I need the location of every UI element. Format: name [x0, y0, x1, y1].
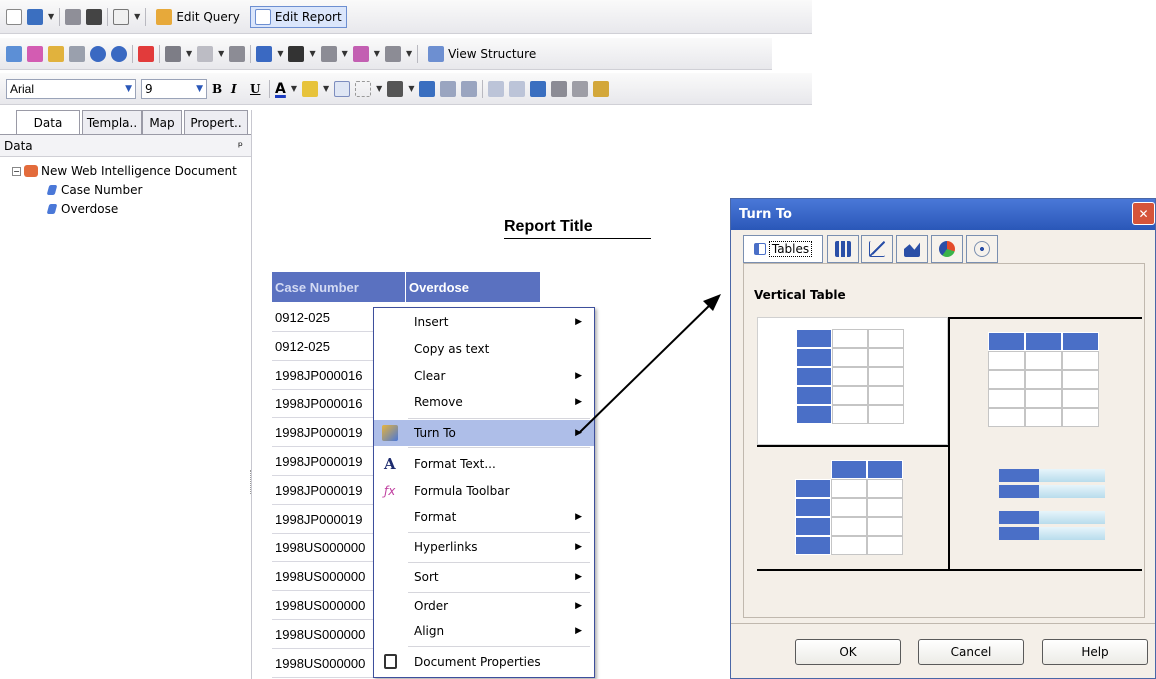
tab-label: Tables: [768, 241, 813, 257]
body-cell: [1025, 351, 1062, 370]
body-cell: [831, 498, 867, 517]
body-cell: [867, 517, 903, 536]
ok-label: OK: [839, 645, 857, 659]
form-value-cell: [1039, 469, 1105, 482]
table-icon: [753, 243, 766, 255]
form-table-preview: [999, 469, 1105, 499]
body-cell: [831, 517, 867, 536]
form-table-option[interactable]: [948, 445, 1142, 571]
body-cell: [1025, 389, 1062, 408]
tab-line-charts[interactable]: [861, 235, 893, 263]
header-cell: [796, 386, 832, 405]
header-cell: [795, 536, 831, 555]
pie-chart-icon: [939, 241, 955, 257]
horizontal-table-option[interactable]: [948, 317, 1142, 445]
header-cell: [1062, 332, 1099, 351]
body-cell: [832, 386, 868, 405]
body-cell: [988, 408, 1025, 427]
close-button[interactable]: ✕: [1132, 202, 1155, 225]
header-cell: [867, 460, 903, 479]
tab-tables[interactable]: Tables: [743, 235, 823, 263]
form-label-cell: [999, 485, 1039, 498]
form-value-cell: [1039, 527, 1105, 540]
help-label: Help: [1081, 645, 1109, 659]
body-cell: [867, 479, 903, 498]
crosstab-option[interactable]: [757, 445, 948, 571]
body-cell: [988, 389, 1025, 408]
body-cell: [832, 348, 868, 367]
form-value-cell: [1039, 511, 1105, 524]
header-cell: [795, 498, 831, 517]
body-cell: [1062, 351, 1099, 370]
form-value-cell: [1039, 485, 1105, 498]
body-cell: [868, 329, 904, 348]
header-cell: [796, 329, 832, 348]
ok-button[interactable]: OK: [795, 639, 901, 665]
body-cell: [868, 348, 904, 367]
tab-bar-charts[interactable]: [827, 235, 859, 263]
body-cell: [868, 405, 904, 424]
tab-radar-charts[interactable]: [966, 235, 998, 263]
dialog-title: Turn To: [739, 207, 792, 222]
body-cell: [1062, 389, 1099, 408]
arrow-line: [579, 301, 714, 433]
body-cell: [988, 351, 1025, 370]
body-cell: [832, 367, 868, 386]
radar-chart-icon: [974, 241, 990, 257]
body-cell: [868, 386, 904, 405]
footer-divider: [731, 623, 1155, 624]
body-cell: [832, 329, 868, 348]
form-label-cell: [999, 511, 1039, 524]
tab-area-charts[interactable]: [896, 235, 928, 263]
dialog-title-bar: Turn To: [731, 199, 1155, 230]
body-cell: [831, 479, 867, 498]
header-cell: [796, 405, 832, 424]
header-cell: [795, 517, 831, 536]
header-cell: [988, 332, 1025, 351]
turn-to-dialog: Turn To ✕ Tables Vertical Table OK Cance…: [730, 198, 1156, 679]
header-cell: [796, 348, 832, 367]
header-cell: [795, 479, 831, 498]
body-cell: [868, 367, 904, 386]
body-cell: [867, 498, 903, 517]
body-cell: [832, 405, 868, 424]
vertical-table-option[interactable]: [757, 317, 948, 445]
area-chart-icon: [904, 242, 920, 257]
body-cell: [988, 370, 1025, 389]
form-label-cell: [999, 469, 1039, 482]
tab-panel: Vertical Table: [743, 263, 1145, 618]
cancel-button[interactable]: Cancel: [918, 639, 1024, 665]
section-label: Vertical Table: [754, 288, 846, 302]
header-cell: [831, 460, 867, 479]
body-cell: [1062, 408, 1099, 427]
body-cell: [831, 536, 867, 555]
help-button[interactable]: Help: [1042, 639, 1148, 665]
body-cell: [1025, 408, 1062, 427]
close-icon: ✕: [1138, 206, 1149, 221]
body-cell: [867, 536, 903, 555]
header-cell: [1025, 332, 1062, 351]
cancel-label: Cancel: [950, 645, 992, 659]
bar-chart-icon: [835, 241, 851, 257]
body-cell: [1062, 370, 1099, 389]
form-table-preview: [999, 511, 1105, 541]
tab-pie-charts[interactable]: [931, 235, 963, 263]
body-cell: [1025, 370, 1062, 389]
line-chart-icon: [869, 241, 885, 257]
header-cell: [796, 367, 832, 386]
form-label-cell: [999, 527, 1039, 540]
